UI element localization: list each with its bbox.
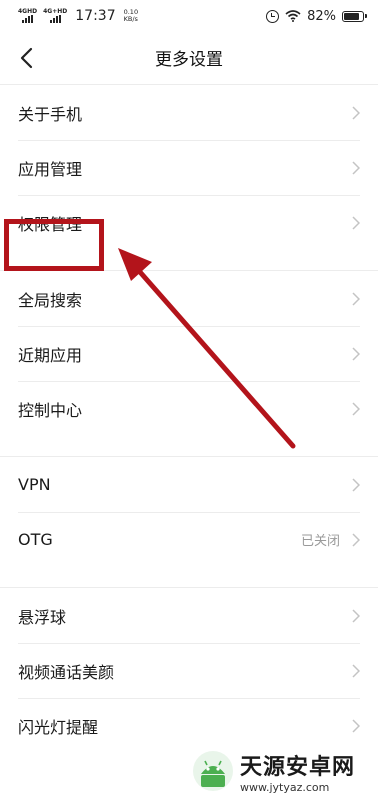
title-bar: 更多设置: [0, 32, 378, 84]
settings-row-label: VPN: [18, 475, 51, 494]
network-speed-unit: KB/s: [123, 15, 138, 23]
settings-row-label: 关于手机: [18, 104, 83, 124]
watermark-name: 天源安卓网: [240, 754, 356, 780]
settings-row[interactable]: 权限管理: [0, 195, 378, 250]
settings-row[interactable]: 关于手机: [0, 85, 378, 140]
settings-row[interactable]: 应用管理: [0, 140, 378, 195]
settings-row[interactable]: 悬浮球: [0, 588, 378, 643]
battery-fill: [344, 12, 359, 20]
watermark-logo: 天源安卓网 www.jytyaz.com: [190, 742, 378, 800]
battery-percent: 82%: [307, 8, 336, 24]
settings-row[interactable]: 近期应用: [0, 326, 378, 381]
chevron-right-icon: [352, 291, 360, 306]
chevron-right-icon: [352, 401, 360, 416]
settings-row[interactable]: 视频通话美颜: [0, 643, 378, 698]
alarm-icon: [266, 9, 280, 23]
battery-icon: [342, 10, 367, 22]
settings-row[interactable]: VPN: [0, 457, 378, 512]
chevron-right-icon: [352, 160, 360, 175]
settings-row[interactable]: OTG 已关闭: [0, 512, 378, 567]
chevron-right-icon: [352, 532, 360, 547]
status-bar: 4GHD 4G+HD 17:37 0.10 KB/s 82%: [0, 0, 378, 32]
chevron-right-icon: [352, 346, 360, 361]
settings-row-label: 控制中心: [18, 400, 83, 420]
settings-row-label: OTG: [18, 530, 53, 549]
settings-group: 全局搜索近期应用控制中心: [0, 270, 378, 436]
android-icon: [193, 751, 233, 791]
settings-list: 关于手机应用管理权限管理全局搜索近期应用控制中心 VPN OTG 已关闭悬浮球视频通话…: [0, 84, 378, 753]
settings-row-label: 闪光灯提醒: [18, 717, 99, 737]
settings-group: 关于手机应用管理权限管理: [0, 84, 378, 250]
settings-row-label: 近期应用: [18, 345, 83, 365]
settings-row-label: 视频通话美颜: [18, 662, 115, 682]
status-time: 17:37: [75, 8, 116, 24]
settings-row-label: 全局搜索: [18, 290, 83, 310]
settings-row[interactable]: 控制中心: [0, 381, 378, 436]
watermark-url: www.jytyaz.com: [240, 780, 330, 794]
chevron-right-icon: [352, 608, 360, 623]
settings-row-label: 悬浮球: [18, 607, 67, 627]
chevron-right-icon: [352, 718, 360, 733]
network-speed: 0.10 KB/s: [124, 9, 138, 23]
status-bar-left: 4GHD 4G+HD 17:37 0.10 KB/s: [18, 8, 138, 24]
chevron-right-icon: [352, 105, 360, 120]
chevron-right-icon: [352, 663, 360, 678]
settings-row-label: 权限管理: [18, 214, 83, 234]
signal-icon-sim2: 4G+HD: [43, 9, 67, 23]
wifi-icon: [285, 10, 301, 22]
settings-row[interactable]: 全局搜索: [0, 271, 378, 326]
signal-icon-sim1: 4GHD: [18, 9, 37, 23]
settings-group: 悬浮球视频通话美颜 闪光灯提醒: [0, 587, 378, 753]
settings-group: VPN OTG 已关闭: [0, 456, 378, 567]
page-title: 更多设置: [155, 50, 223, 70]
status-bar-right: 82%: [266, 0, 367, 32]
chevron-right-icon: [352, 215, 360, 230]
settings-row-value: 已关闭: [300, 534, 340, 549]
settings-screen: 4GHD 4G+HD 17:37 0.10 KB/s 82% 更多设置 关于手机…: [0, 0, 378, 800]
settings-row-label: 应用管理: [18, 159, 83, 179]
chevron-right-icon: [352, 477, 360, 492]
